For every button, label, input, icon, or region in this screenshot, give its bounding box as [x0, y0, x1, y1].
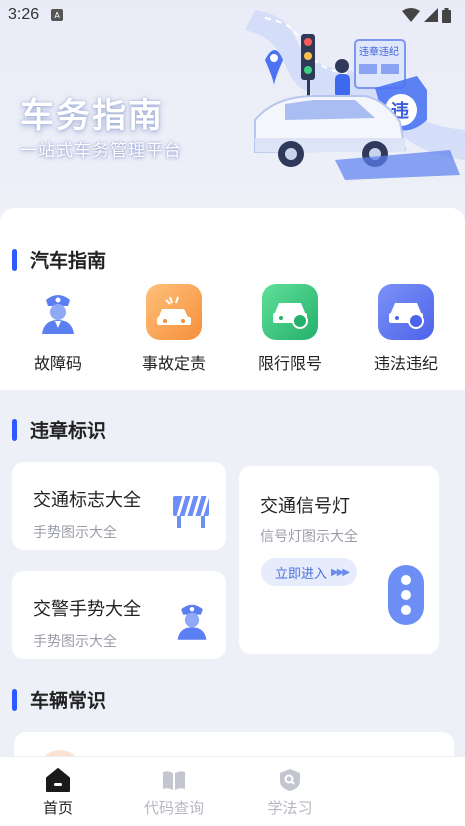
guide-item-restriction[interactable]: 限行限号 — [232, 284, 348, 374]
car-restriction-icon — [262, 284, 318, 340]
hero-illustration: 违章违纪 违 — [245, 10, 465, 180]
nav-home[interactable]: 首页 — [0, 757, 116, 826]
guide-items: 故障码 事故定责 限行限号 违法违纪 — [0, 284, 465, 374]
guide-label: 故障码 — [33, 354, 82, 373]
wifi-icon — [402, 8, 420, 22]
nav-label: 学法习 — [267, 799, 313, 817]
traffic-light-icon — [388, 565, 424, 625]
guide-heading-text: 汽车指南 — [30, 250, 107, 272]
car-crash-icon — [146, 284, 202, 340]
car-violation-icon — [378, 284, 434, 340]
status-time: 3:26 — [8, 6, 40, 23]
hero-title: 车务指南 — [20, 96, 164, 136]
sim-icon: A — [51, 9, 64, 21]
traffic-signs-title: 交通标志大全 — [33, 490, 141, 511]
traffic-signs-card[interactable]: 交通标志大全 手势图示大全 — [12, 462, 226, 550]
heading-accent-bar — [12, 688, 17, 711]
hero-sign-text: 违章违纪 — [359, 45, 399, 58]
chevrons-right-icon: ▶▶▶ — [331, 566, 350, 578]
police-officer-icon — [30, 284, 86, 340]
guide-heading: 汽车指南 — [12, 246, 106, 273]
guide-item-fault-code[interactable]: 故障码 — [0, 284, 116, 374]
traffic-lights-title: 交通信号灯 — [260, 496, 350, 517]
shield-search-icon — [280, 769, 300, 791]
traffic-police-icon — [177, 604, 207, 640]
nav-label: 代码查询 — [143, 799, 204, 817]
traffic-lights-subtitle: 信号灯图示大全 — [260, 529, 358, 545]
heading-accent-bar — [12, 248, 17, 271]
enter-now-label: 立即进入 — [275, 566, 328, 582]
status-bar: 3:26 A — [0, 0, 465, 30]
police-gestures-title: 交警手势大全 — [33, 599, 141, 620]
guide-label: 违法违纪 — [373, 354, 438, 373]
nav-study[interactable]: 学法习 — [232, 757, 348, 826]
enter-now-button[interactable]: 立即进入 ▶▶▶ — [261, 558, 357, 586]
police-gestures-card[interactable]: 交警手势大全 手势图示大全 — [12, 571, 226, 659]
hero-banner: 车务指南 一站式车务管理平台 违章违纪 违 — [0, 0, 465, 220]
battery-icon — [442, 7, 451, 23]
bottom-nav: 首页 代码查询 学法习 — [0, 756, 465, 826]
heading-accent-bar — [12, 418, 17, 441]
violations-heading: 违章标识 — [12, 416, 106, 443]
signal-icon — [424, 8, 438, 22]
traffic-signs-subtitle: 手势图示大全 — [33, 525, 117, 541]
home-icon — [46, 768, 70, 792]
hero-subtitle: 一站式车务管理平台 — [20, 141, 182, 161]
traffic-lights-card[interactable]: 交通信号灯 信号灯图示大全 立即进入 ▶▶▶ — [239, 466, 439, 654]
police-gestures-subtitle: 手势图示大全 — [33, 634, 117, 650]
violations-heading-text: 违章标识 — [30, 420, 107, 442]
road-barrier-icon — [173, 495, 210, 528]
guide-section: 汽车指南 故障码 事故定责 限行限号 违法违纪 — [0, 208, 465, 390]
guide-item-violation[interactable]: 违法违纪 — [348, 284, 464, 374]
nav-label: 首页 — [42, 799, 73, 817]
vehicle-heading: 车辆常识 — [12, 686, 106, 713]
nav-code-query[interactable]: 代码查询 — [116, 757, 232, 826]
book-icon — [163, 771, 185, 790]
guide-label: 限行限号 — [257, 354, 322, 373]
vehicle-heading-text: 车辆常识 — [30, 690, 107, 712]
guide-label: 事故定责 — [141, 354, 206, 373]
guide-item-accident-liability[interactable]: 事故定责 — [116, 284, 232, 374]
